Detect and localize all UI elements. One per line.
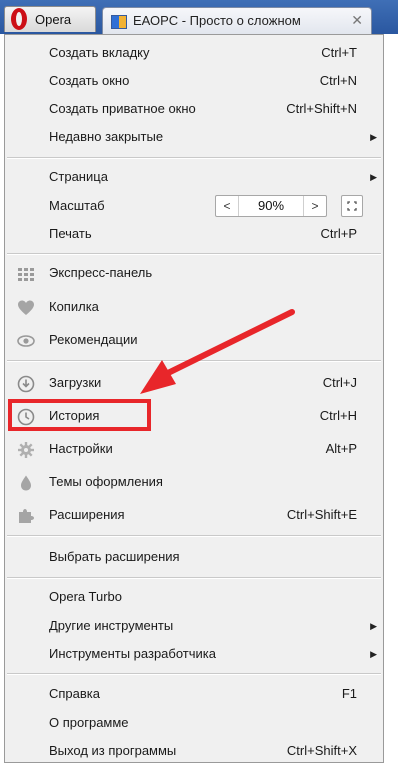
heart-icon [18,300,34,315]
menu-item-shortcut: Ctrl+P [320,226,357,241]
menu-item-shortcut: Ctrl+Shift+X [286,743,357,758]
favicon-icon [111,15,127,29]
menu-item-label: Печать [49,226,92,241]
submenu-arrow-icon: ▶ [370,621,377,631]
menu-item-settings[interactable]: Настройки Alt+P [5,435,383,463]
browser-tab[interactable]: ЕАОРС - Просто о сложном ✕ [102,7,372,34]
menu-separator [7,253,381,255]
menu-item-label: Копилка [49,299,99,314]
menu-separator [7,577,381,579]
menu-item-stash[interactable]: Копилка [5,293,383,321]
menu-item-label: Выбрать расширения [49,549,180,564]
history-highlight-box [8,399,151,431]
menu-item-themes[interactable]: Темы оформления [5,468,383,496]
menu-item-about[interactable]: О программе [5,709,383,737]
menu-item-new-tab[interactable]: Создать вкладку Ctrl+T [5,39,383,67]
menu-item-label: Другие инструменты [49,618,174,633]
menu-item-label: Создать приватное окно [49,101,196,116]
puzzle-icon [19,509,34,523]
zoom-out-button[interactable]: < [216,196,239,216]
tab-strip: Opera ЕАОРС - Просто о сложном ✕ [0,0,398,34]
fullscreen-icon [347,201,357,211]
menu-item-label: Масштаб [49,198,105,213]
menu-item-extensions[interactable]: Расширения Ctrl+Shift+E [5,501,383,529]
menu-item-shortcut: Ctrl+Shift+E [286,507,357,522]
menu-separator [7,673,381,675]
menu-item-label: Инструменты разработчика [49,646,216,661]
menu-item-label: Расширения [49,507,125,522]
menu-item-discover[interactable]: Рекомендации [5,326,383,354]
menu-item-speed-dial[interactable]: Экспресс-панель [5,259,383,287]
gear-icon [18,442,34,458]
menu-item-label: Opera Turbo [49,589,122,604]
zoom-level: 90% [257,198,285,213]
menu-item-label: Настройки [49,441,113,456]
menu-item-shortcut: Alt+P [325,441,357,456]
opera-logo-icon [11,8,27,30]
menu-item-page[interactable]: Страница ▶ [5,163,383,191]
menu-item-label: Создать окно [49,73,130,88]
menu-item-label: Темы оформления [49,474,163,489]
menu-separator [7,535,381,537]
submenu-arrow-icon: ▶ [370,132,377,142]
menu-item-get-extensions[interactable]: Выбрать расширения [5,543,383,571]
menu-item-opera-turbo[interactable]: Opera Turbo [5,583,383,611]
tab-title: ЕАОРС - Просто о сложном [133,13,301,28]
menu-item-zoom: Масштаб < 90% > [5,192,383,220]
menu-item-shortcut: Ctrl+N [319,73,357,88]
menu-item-label: Недавно закрытые [49,129,164,144]
menu-item-label: Загрузки [49,375,102,390]
menu-item-label: Выход из программы [49,743,177,758]
opera-menu-button[interactable]: Opera [4,6,96,32]
menu-item-label: Справка [49,686,100,701]
zoom-control: < 90% > [215,195,327,217]
menu-separator [7,360,381,362]
download-icon [17,375,35,393]
menu-item-label: Страница [49,169,108,184]
menu-item-shortcut: Ctrl+Shift+N [286,101,357,116]
submenu-arrow-icon: ▶ [370,172,377,182]
menu-separator [7,157,381,159]
speed-dial-icon [18,268,34,281]
opera-button-label: Opera [35,12,72,27]
menu-item-shortcut: Ctrl+H [319,408,357,423]
menu-item-new-private-window[interactable]: Создать приватное окно Ctrl+Shift+N [5,95,383,123]
menu-item-shortcut: Ctrl+T [321,45,357,60]
submenu-arrow-icon: ▶ [370,649,377,659]
menu-item-help[interactable]: Справка F1 [5,680,383,708]
close-tab-icon[interactable]: ✕ [351,12,363,29]
zoom-in-button[interactable]: > [303,196,326,216]
menu-item-recently-closed[interactable]: Недавно закрытые ▶ [5,123,383,151]
fullscreen-button[interactable] [341,195,363,217]
menu-item-label: О программе [49,715,129,730]
menu-item-label: Создать вкладку [49,45,150,60]
menu-item-label: Экспресс-панель [49,265,153,280]
eye-icon [17,335,35,347]
menu-item-label: Рекомендации [49,332,138,347]
menu-item-downloads[interactable]: Загрузки Ctrl+J [5,369,383,397]
menu-item-other-tools[interactable]: Другие инструменты ▶ [5,612,383,640]
menu-item-shortcut: F1 [341,686,357,701]
paint-drop-icon [21,475,31,491]
menu-item-new-window[interactable]: Создать окно Ctrl+N [5,67,383,95]
menu-item-print[interactable]: Печать Ctrl+P [5,220,383,248]
menu-item-shortcut: Ctrl+J [322,375,357,390]
menu-item-developer-tools[interactable]: Инструменты разработчика ▶ [5,640,383,668]
menu-item-exit[interactable]: Выход из программы Ctrl+Shift+X [5,737,383,765]
